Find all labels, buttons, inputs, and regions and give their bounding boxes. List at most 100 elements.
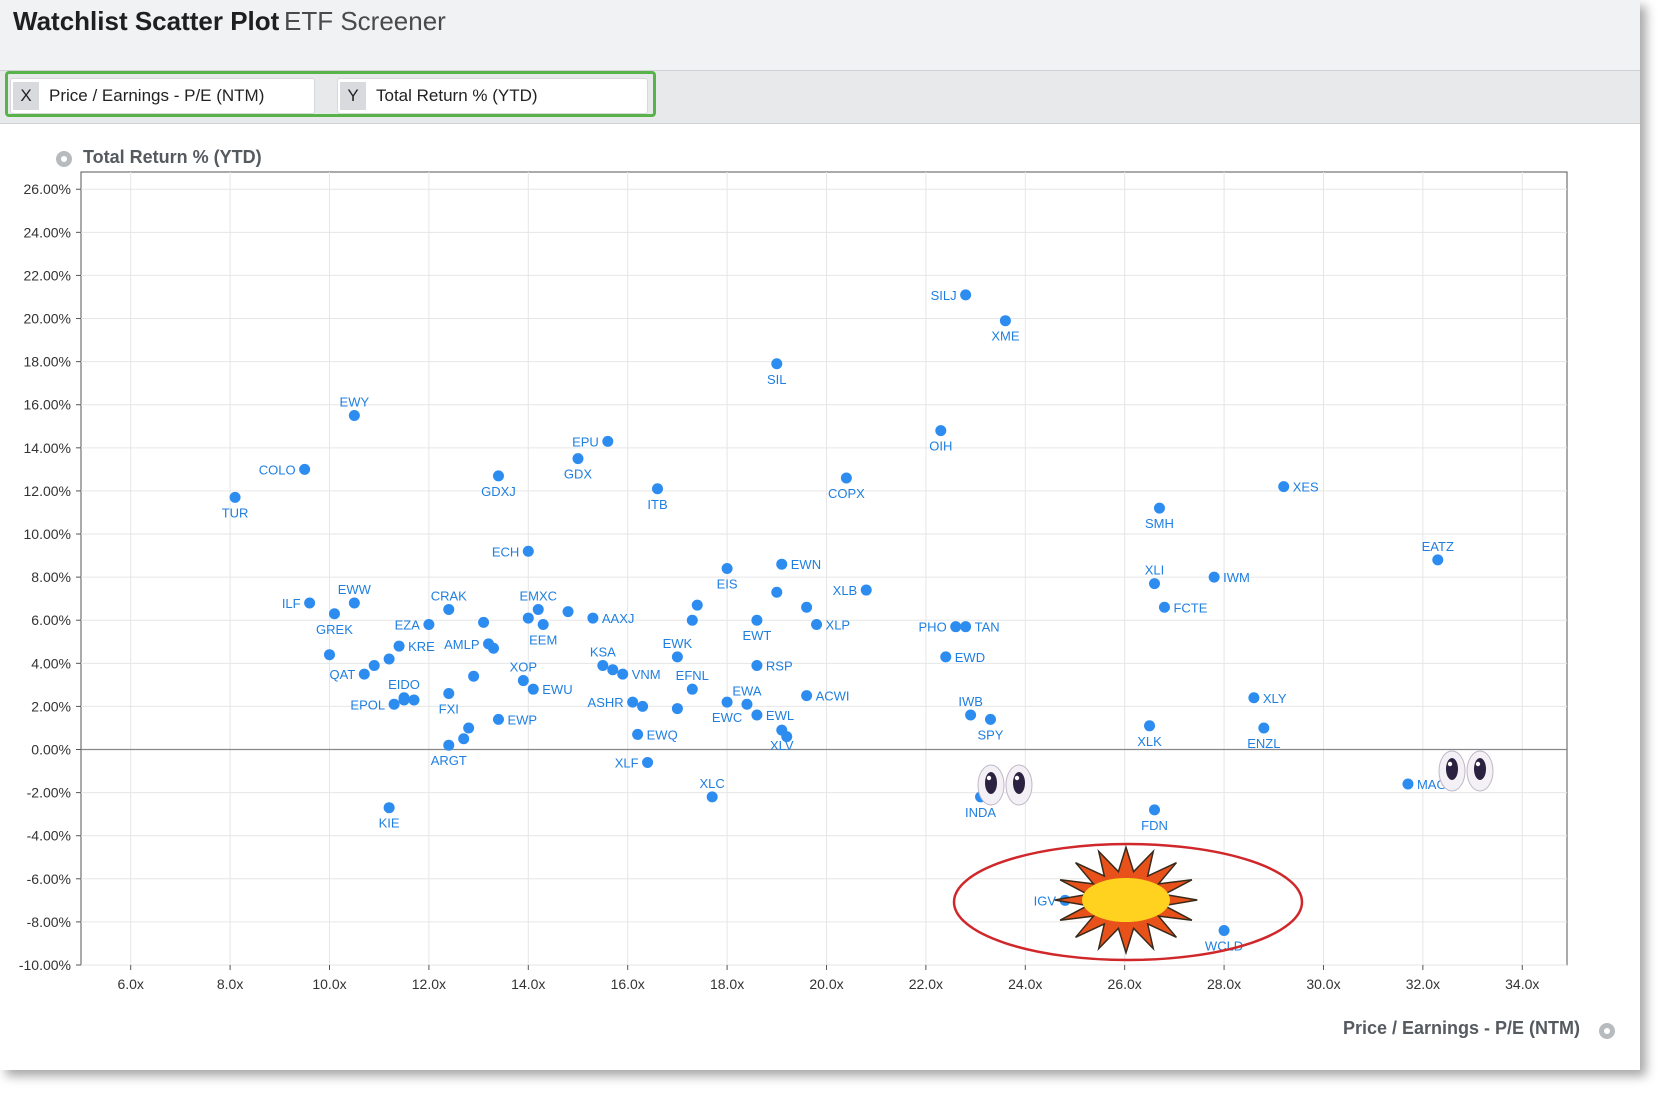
data-point — [935, 425, 947, 437]
data-point — [771, 358, 783, 370]
point-label: XLC — [700, 776, 725, 791]
point-label: EWL — [766, 708, 794, 723]
data-point — [1148, 578, 1160, 590]
data-point — [771, 586, 783, 598]
data-point — [1402, 778, 1414, 790]
point-label: EATZ — [1422, 539, 1454, 554]
point-label: EPOL — [350, 697, 385, 712]
data-point — [393, 640, 405, 652]
point-label: EWU — [542, 682, 572, 697]
point-label: COPX — [828, 486, 865, 501]
point-label: EWD — [955, 650, 985, 665]
point-label: QAT — [330, 667, 356, 682]
x-tick-label: 8.0x — [217, 976, 243, 992]
data-point — [652, 483, 664, 495]
data-point — [562, 606, 574, 618]
point-label: XLF — [615, 755, 639, 770]
data-point — [860, 584, 872, 596]
eyes-emoji-icon — [1014, 775, 1020, 781]
point-label: EWC — [712, 710, 742, 725]
point-label: COLO — [259, 462, 296, 477]
data-point — [671, 703, 683, 715]
point-label: GDX — [564, 467, 593, 482]
data-point — [751, 709, 763, 721]
data-point — [721, 563, 733, 574]
data-point — [617, 668, 629, 680]
eyes-emoji-icon — [1447, 761, 1453, 767]
data-point — [632, 728, 644, 740]
data-point — [587, 612, 599, 624]
point-label: KRE — [408, 639, 435, 654]
y-tick-label: -8.00% — [27, 914, 71, 930]
point-label: FCTE — [1173, 600, 1207, 615]
data-point — [1208, 571, 1220, 583]
data-point — [368, 659, 380, 671]
data-point — [383, 653, 395, 665]
data-point — [1278, 481, 1290, 493]
data-point — [299, 463, 311, 475]
data-point — [443, 687, 455, 699]
point-label: RSP — [766, 658, 793, 673]
data-point — [1432, 554, 1444, 566]
data-point — [517, 675, 529, 687]
x-tick-label: 20.0x — [809, 976, 843, 992]
data-point — [1144, 720, 1156, 732]
x-axis-settings-gear-icon[interactable] — [1599, 1023, 1615, 1039]
point-label: IGV — [1034, 893, 1057, 908]
x-tick-label: 16.0x — [611, 976, 645, 992]
data-point — [1248, 692, 1260, 704]
point-label: SPY — [977, 727, 1003, 742]
point-label: XLB — [833, 583, 858, 598]
x-tick-label: 14.0x — [511, 976, 545, 992]
x-tick-label: 28.0x — [1207, 976, 1241, 992]
data-point — [358, 668, 370, 680]
y-tick-label: 22.00% — [24, 267, 71, 283]
x-tick-label: 12.0x — [412, 976, 446, 992]
point-label: GREK — [316, 622, 353, 637]
point-label: TUR — [222, 505, 249, 520]
data-point — [811, 619, 823, 631]
data-point — [229, 491, 241, 503]
data-point — [522, 612, 534, 624]
point-label: ITB — [647, 497, 667, 512]
point-label: ACWI — [816, 689, 850, 704]
data-point — [597, 659, 609, 671]
data-point — [492, 713, 504, 725]
data-point — [751, 614, 763, 626]
point-label: XLK — [1137, 734, 1162, 749]
point-label: XLP — [826, 618, 851, 633]
y-tick-label: 18.00% — [24, 354, 71, 370]
point-label: EEM — [529, 633, 557, 648]
y-tick-label: 6.00% — [31, 612, 71, 628]
plot-area — [80, 171, 1568, 966]
y-tick-label: 14.00% — [24, 440, 71, 456]
point-label: GDXJ — [481, 484, 516, 499]
point-label: EIS — [717, 577, 738, 592]
point-label: XES — [1293, 480, 1319, 495]
data-point — [637, 700, 649, 712]
eyes-emoji-icon — [986, 775, 992, 781]
point-label: KSA — [590, 644, 616, 659]
point-label: KIE — [379, 816, 400, 831]
point-label: XLI — [1145, 563, 1165, 578]
point-label: EWQ — [647, 727, 678, 742]
data-point — [671, 651, 683, 663]
eyes-emoji-icon — [1475, 761, 1481, 767]
point-label: ENZL — [1247, 736, 1280, 751]
point-label: EPU — [572, 434, 599, 449]
data-point — [492, 470, 504, 482]
point-label: XLY — [1263, 691, 1287, 706]
data-point — [960, 289, 972, 301]
x-tick-label: 24.0x — [1008, 976, 1042, 992]
data-point — [388, 698, 400, 710]
y-tick-label: -6.00% — [27, 871, 71, 887]
data-point — [642, 756, 654, 768]
eyes-emoji-icon — [985, 772, 997, 794]
data-point — [348, 410, 360, 422]
data-point — [960, 621, 972, 633]
data-point — [741, 698, 753, 710]
data-point — [781, 731, 793, 743]
point-label: SILJ — [931, 288, 957, 303]
data-point — [383, 802, 395, 814]
data-point — [458, 733, 470, 745]
